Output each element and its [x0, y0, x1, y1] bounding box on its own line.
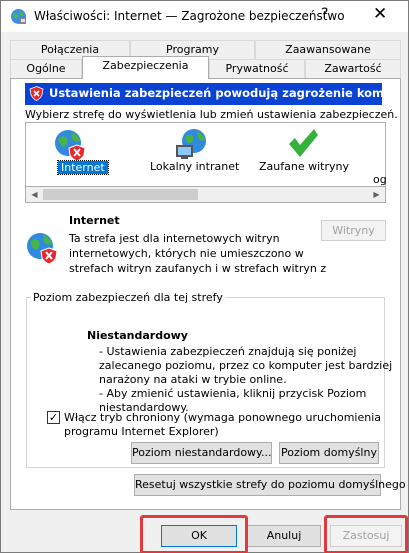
internet-options-icon: [11, 9, 26, 24]
custom-level-button[interactable]: Poziom niestandardowy...: [131, 442, 272, 464]
tab-privacy[interactable]: Prywatność: [209, 59, 305, 79]
sites-button[interactable]: Witryny: [321, 220, 386, 241]
checkmark-icon: ✓: [48, 411, 59, 424]
security-warning-bar[interactable]: Ustawienia zabezpieczeń powodują zagroże…: [25, 83, 382, 105]
zone-prompt: Wybierz strefę do wyświetlenia lub zmień…: [25, 108, 398, 121]
protected-mode-checkbox[interactable]: ✓: [47, 411, 60, 424]
cancel-button[interactable]: Anuluj: [247, 525, 321, 547]
level-detail-line-4: - Aby zmienić ustawienia, kliknij przyci…: [99, 387, 367, 400]
level-detail-line-3: narażony na ataki w trybie online.: [99, 373, 287, 386]
security-level-name: Niestandardowy: [87, 329, 188, 342]
zone-info-globe-warning-icon: [27, 233, 58, 265]
scroll-left-icon[interactable]: ◀: [27, 188, 42, 201]
globe-warning-icon[interactable]: [53, 128, 87, 162]
zone-info-desc-line-3: strefach witryn zaufanych i w strefach w…: [69, 262, 327, 275]
default-level-button[interactable]: Poziom domyślny: [279, 442, 379, 464]
tab-content[interactable]: Zawartość: [305, 59, 401, 79]
scroll-thumb[interactable]: [43, 189, 198, 200]
help-button[interactable]: ?: [321, 6, 328, 22]
tab-general[interactable]: Ogólne: [10, 59, 82, 79]
warning-text: Ustawienia zabezpieczeń powodują zagroże…: [49, 86, 382, 100]
reset-all-zones-button[interactable]: Resetuj wszystkie strefy do poziomu domy…: [134, 474, 406, 496]
zone-label-intranet[interactable]: Lokalny intranet: [150, 160, 239, 173]
zone-label-trusted[interactable]: Zaufane witryny: [259, 160, 349, 173]
security-level-legend: Poziom zabezpieczeń dla tej strefy: [31, 291, 225, 304]
properties-window: Właściwości: Internet — Zagrożone bezpie…: [0, 0, 409, 553]
zone-info-desc-line-1: Ta strefa jest dla internetowych witryn: [69, 232, 280, 245]
level-detail-line-2: zalecanego poziomu, przez co komputer je…: [99, 359, 393, 372]
level-detail-line-1: - Ustawienia zabezpieczeń znajdują się p…: [99, 345, 357, 358]
ok-button-highlight: [140, 515, 248, 553]
zone-label-internet[interactable]: Internet: [57, 160, 109, 175]
title-bar[interactable]: Właściwości: Internet — Zagrożone bezpie…: [1, 1, 408, 32]
warning-shield-icon: [29, 86, 44, 101]
protected-mode-label-line-2[interactable]: programu Internet Explorer): [64, 425, 219, 438]
zone-info-desc-line-2: internetowych, których nie umieszczono w: [69, 247, 304, 260]
zone-info-title: Internet: [69, 214, 120, 227]
intranet-globe-icon[interactable]: [174, 127, 208, 161]
checkmark-icon[interactable]: [286, 126, 320, 160]
scroll-right-icon[interactable]: ▶: [369, 188, 384, 201]
zone-label-restricted-cut[interactable]: og: [373, 173, 387, 186]
tab-advanced[interactable]: Zaawansowane: [255, 40, 401, 60]
apply-button-highlight: [324, 515, 408, 553]
close-button[interactable]: ✕: [373, 4, 387, 24]
protected-mode-label-line-1[interactable]: Włącz tryb chroniony (wymaga ponownego u…: [64, 411, 381, 424]
window-title: Właściwości: Internet — Zagrożone bezpie…: [34, 9, 345, 23]
tab-security[interactable]: Zabezpieczenia: [82, 56, 209, 79]
zone-list-scrollbar[interactable]: ◀ ▶: [25, 186, 386, 203]
